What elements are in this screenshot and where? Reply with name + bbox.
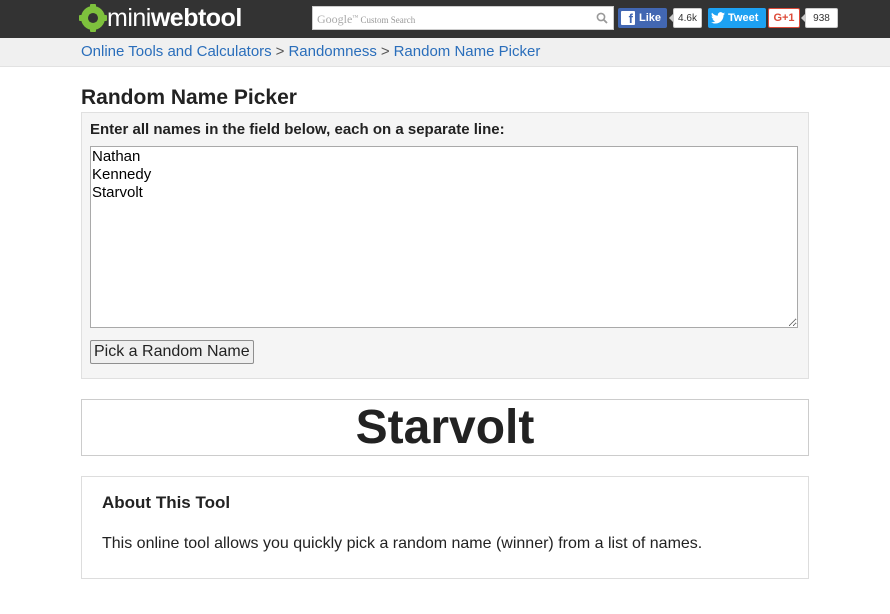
facebook-like-count: 4.6k [669, 8, 702, 28]
twitter-bird-icon [711, 12, 725, 24]
facebook-like-button[interactable]: f Like [618, 8, 667, 28]
search-icon[interactable] [596, 12, 608, 24]
breadcrumb-separator: > [275, 43, 285, 60]
names-field-label: Enter all names in the field below, each… [90, 121, 505, 138]
googleplus-button[interactable]: G+1 [768, 8, 800, 28]
about-title: About This Tool [102, 493, 231, 512]
googleplus-label: G+1 [773, 12, 795, 24]
logo-text: miniwebtool [107, 4, 242, 32]
about-section: About This Tool This online tool allows … [81, 476, 809, 579]
picked-name-result: Starvolt [355, 401, 535, 454]
site-logo[interactable]: miniwebtool [79, 4, 242, 32]
breadcrumb-bar: Online Tools and Calculators > Randomness >… [0, 38, 890, 67]
googleplus-count: 938 [801, 8, 838, 28]
breadcrumb-link-online-tools[interactable]: Online Tools and Calculators [81, 43, 272, 60]
page-title: Random Name Picker [81, 86, 297, 109]
result-box: Starvolt [81, 399, 809, 456]
twitter-tweet-button[interactable]: Tweet [708, 8, 766, 28]
breadcrumb-separator: > [380, 43, 390, 60]
facebook-icon: f [621, 11, 635, 25]
breadcrumb-link-random-name-picker[interactable]: Random Name Picker [394, 43, 541, 60]
top-header-bar: miniwebtool Google™ Custom Search f Like… [0, 0, 890, 38]
search-box[interactable]: Google™ Custom Search [312, 6, 614, 30]
gear-logo-icon [79, 4, 107, 32]
twitter-tweet-label: Tweet [728, 12, 759, 24]
facebook-like-label: Like [638, 12, 661, 24]
names-textarea[interactable] [90, 146, 798, 328]
breadcrumb: Online Tools and Calculators > Randomness >… [81, 43, 540, 60]
search-input[interactable] [313, 7, 593, 29]
pick-random-name-button[interactable]: Pick a Random Name [90, 340, 254, 364]
name-picker-form: Enter all names in the field below, each… [81, 112, 809, 379]
about-text: This online tool allows you quickly pick… [102, 535, 703, 552]
breadcrumb-link-randomness[interactable]: Randomness [288, 43, 376, 60]
